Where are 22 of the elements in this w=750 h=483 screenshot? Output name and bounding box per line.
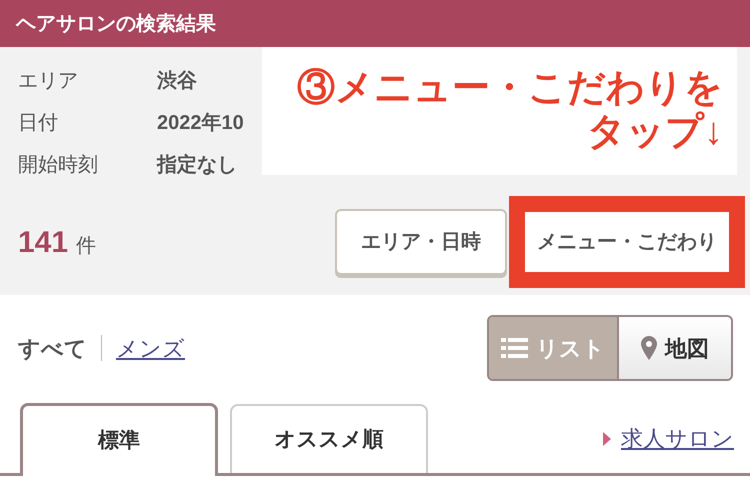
gender-filter[interactable]: メンズ xyxy=(116,332,185,364)
condition-value: 渋谷 xyxy=(157,69,197,94)
map-view-button[interactable]: 地図 xyxy=(617,317,731,379)
condition-label: エリア xyxy=(18,69,79,94)
menu-filter-button[interactable]: メニュー・こだわり xyxy=(525,212,729,272)
condition-value: 2022年10 xyxy=(157,111,244,136)
result-count: 141 xyxy=(18,224,68,260)
map-pin-icon xyxy=(641,336,657,360)
area-date-button[interactable]: エリア・日時 xyxy=(335,209,507,275)
annotation-text: ③メニュー・こだわりを xyxy=(297,67,723,111)
recruit-salon-link[interactable]: 求人サロン xyxy=(621,422,734,455)
result-unit: 件 xyxy=(76,234,96,258)
annotation-text: タップ↓ xyxy=(587,111,723,155)
list-icon xyxy=(501,338,528,358)
triangle-bullet-icon xyxy=(603,432,611,446)
condition-label: 日付 xyxy=(18,111,59,136)
sort-tab[interactable]: 標準 xyxy=(20,403,218,476)
condition-label: 開始時刻 xyxy=(18,153,99,178)
sort-tab[interactable]: オススメ順 xyxy=(230,404,428,473)
page-title: ヘアサロンの検索結果 xyxy=(16,12,216,36)
gender-filter[interactable]: すべて xyxy=(18,332,87,364)
condition-value: 指定なし xyxy=(157,152,237,178)
